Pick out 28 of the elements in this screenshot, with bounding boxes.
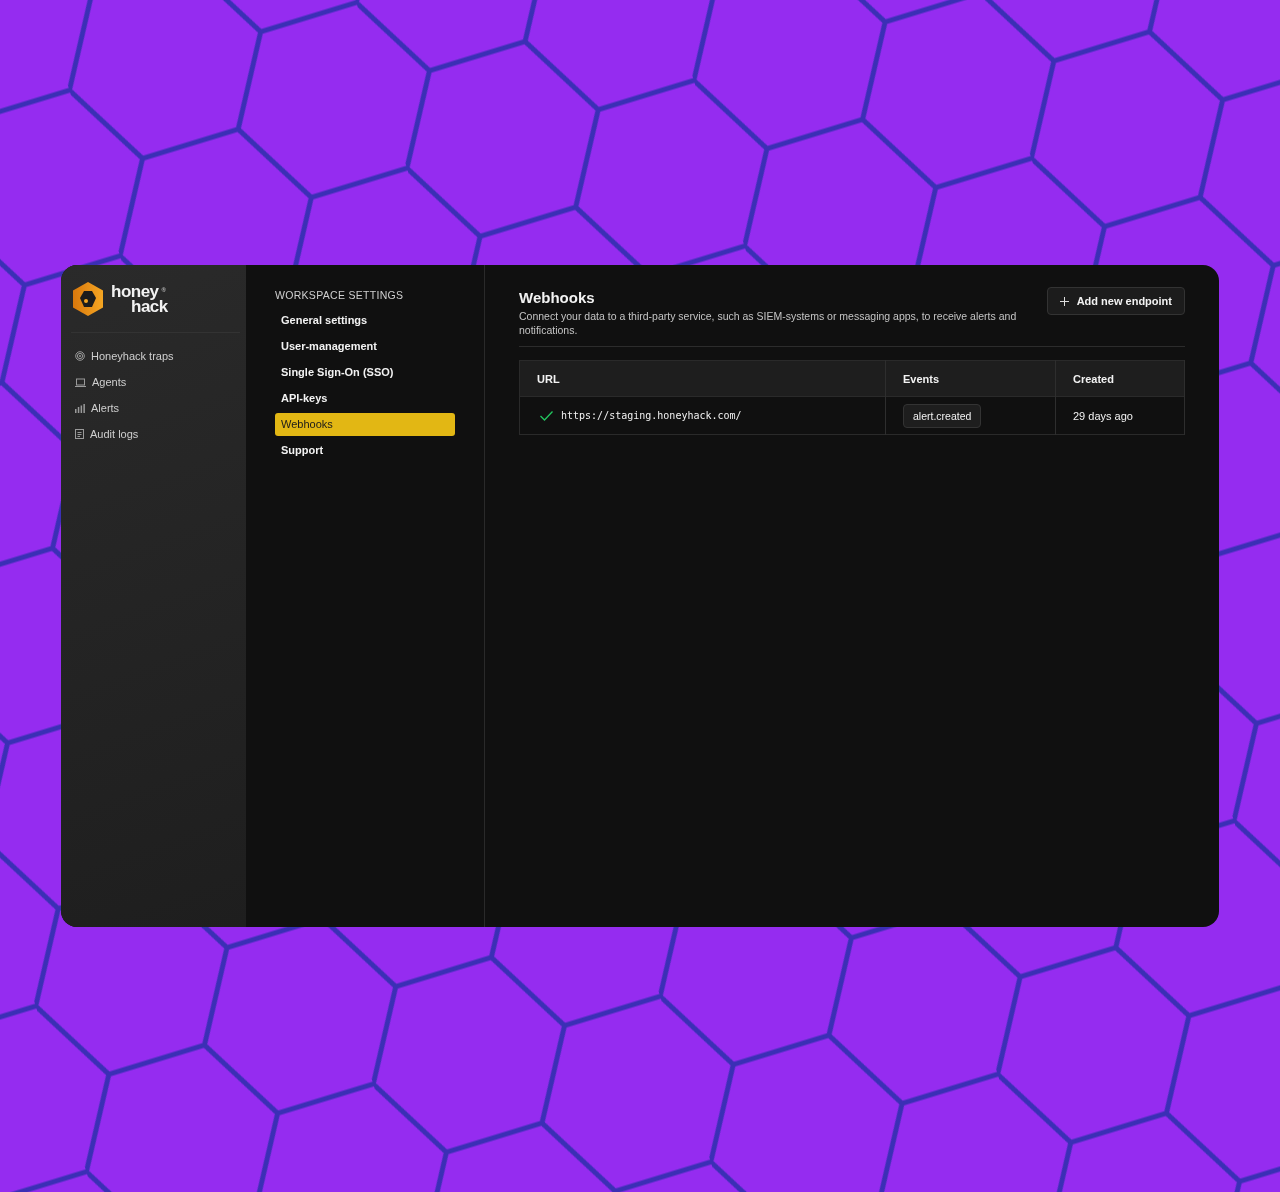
- settings-item[interactable]: Support: [275, 439, 455, 462]
- target-icon: [75, 351, 85, 361]
- sidebar-item[interactable]: Agents: [71, 369, 240, 395]
- settings-item[interactable]: Single Sign-On (SSO): [275, 361, 455, 384]
- document-icon: [75, 429, 84, 439]
- settings-item[interactable]: General settings: [275, 309, 455, 332]
- hexagon-logo-icon: [71, 281, 105, 317]
- add-endpoint-button[interactable]: Add new endpoint: [1046, 287, 1185, 315]
- sidebar-item[interactable]: Alerts: [71, 395, 240, 421]
- settings-item[interactable]: API-keys: [275, 387, 455, 410]
- section-heading: WORKSPACE SETTINGS: [275, 289, 405, 303]
- column-header: URL: [519, 360, 886, 397]
- laptop-icon: [75, 377, 86, 387]
- plus-icon: [1059, 296, 1069, 306]
- event-tag: alert.created: [903, 403, 982, 428]
- created-text: 29 days ago: [1073, 409, 1133, 422]
- logo-text: honey: [111, 284, 159, 299]
- page-title: Webhooks: [519, 289, 596, 306]
- sidebar-item[interactable]: Audit logs: [71, 421, 240, 447]
- url-text: https://staging.honeyhack.com/: [561, 410, 742, 421]
- settings-item[interactable]: Webhooks: [275, 413, 455, 436]
- settings-item[interactable]: User-management: [275, 335, 455, 358]
- logo-text: hack: [131, 299, 168, 314]
- column-header: Created: [1055, 360, 1185, 397]
- bar-chart-icon: [75, 403, 85, 413]
- sidebar-item[interactable]: Honeyhack traps: [71, 343, 240, 369]
- column-header: Events: [885, 360, 1056, 397]
- page-description: Connect your data to a third-party service, such as SIEM-systems or messaging apps, to receive alerts and notifications.: [519, 309, 1018, 337]
